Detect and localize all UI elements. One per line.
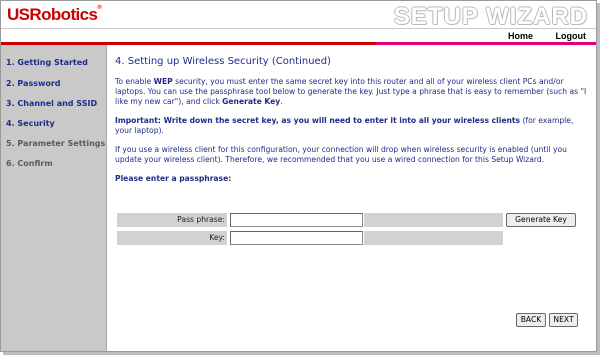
setup-wizard-window: USRobotics® SETUP WIZARD Home Logout 1. …: [0, 0, 597, 352]
sidebar-item-channel-and-ssid[interactable]: 3. Channel and SSID: [6, 99, 97, 108]
setup-wizard-title: SETUP WIZARD: [393, 3, 588, 30]
important-bold: Important: Write down the secret key, as…: [115, 116, 521, 125]
intro-text-1: To enable: [115, 77, 154, 86]
key-row-fill: [364, 231, 503, 245]
sidebar-item-password[interactable]: 2. Password: [6, 79, 61, 88]
generate-key-button[interactable]: Generate Key: [506, 213, 576, 227]
key-label: Key:: [209, 233, 225, 242]
back-button[interactable]: BACK: [516, 313, 546, 327]
nav-underline-magenta: [376, 42, 596, 45]
intro-wep: WEP: [153, 77, 173, 86]
passphrase-input[interactable]: [230, 213, 363, 227]
sidebar-item-security[interactable]: 4. Security: [6, 119, 55, 128]
key-label-cell: Key:: [117, 231, 227, 245]
sidebar-item-getting-started[interactable]: 1. Getting Started: [6, 58, 88, 67]
registered-mark: ®: [97, 5, 102, 11]
next-button[interactable]: NEXT: [549, 313, 578, 327]
main-content: 4. Setting up Wireless Security (Continu…: [115, 56, 590, 183]
sidebar-item-parameter-settings: 5. Parameter Settings: [6, 139, 106, 148]
page-title: 4. Setting up Wireless Security (Continu…: [115, 56, 331, 67]
passphrase-label-cell: Pass phrase:: [117, 213, 227, 227]
sidebar: 1. Getting Started 2. Password 3. Channe…: [1, 45, 107, 351]
header-divider: [1, 28, 596, 29]
intro-text-3: .: [280, 97, 283, 106]
home-link[interactable]: Home: [508, 31, 533, 41]
passphrase-label: Pass phrase:: [177, 215, 225, 224]
key-input[interactable]: [230, 231, 363, 245]
passphrase-prompt: Please enter a passphrase:: [115, 174, 232, 183]
intro-generate: Generate Key: [222, 97, 281, 106]
usrobotics-logo: USRobotics®: [7, 5, 102, 25]
sidebar-item-confirm: 6. Confirm: [6, 159, 53, 168]
wireless-warning: If you use a wireless client for this co…: [115, 145, 567, 164]
top-nav: Home Logout: [488, 31, 586, 41]
passphrase-row-fill: [364, 213, 503, 227]
intro-paragraph: To enable WEP security, you must enter t…: [115, 77, 590, 107]
important-note: Important: Write down the secret key, as…: [115, 116, 590, 136]
logout-link[interactable]: Logout: [556, 31, 587, 41]
brand-name: USRobotics: [7, 5, 98, 24]
intro-text-2: security, you must enter the same secret…: [115, 77, 587, 106]
